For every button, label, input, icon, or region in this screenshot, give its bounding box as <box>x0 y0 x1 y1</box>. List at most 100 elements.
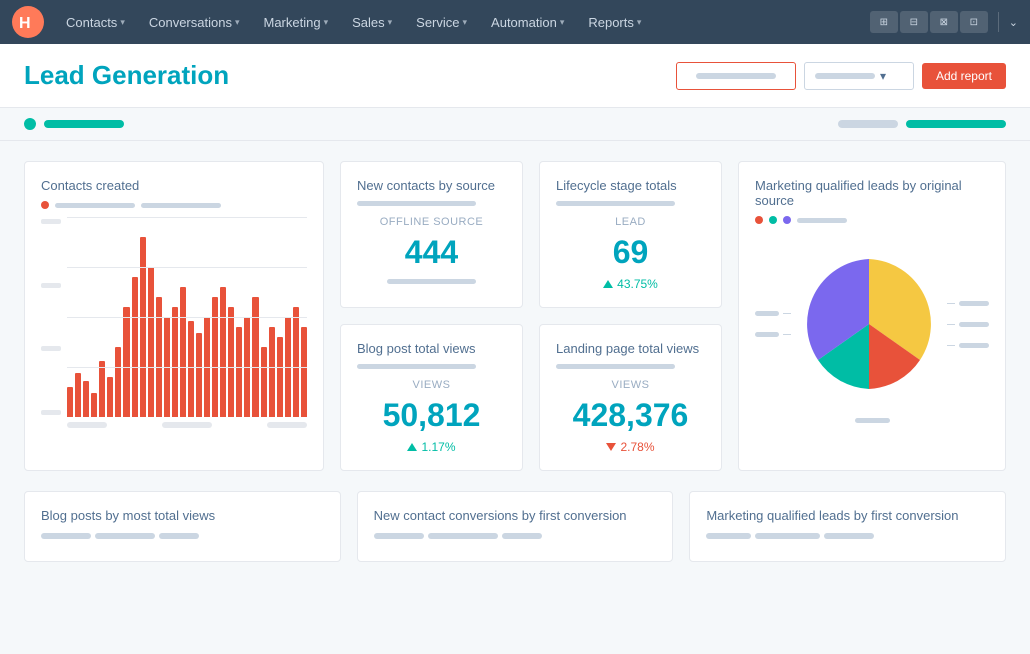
bar <box>172 307 178 417</box>
filter-bar <box>0 108 1030 141</box>
bottom-bar <box>824 533 874 539</box>
bottom-bar <box>706 533 751 539</box>
legend-dot-teal <box>769 216 777 224</box>
pie-label-bar <box>959 322 989 327</box>
nav-icon-btn-2[interactable]: ⊟ <box>900 11 928 33</box>
blog-views-value: 50,812 <box>357 397 506 434</box>
nav-conversations[interactable]: Conversations ▾ <box>139 9 250 36</box>
grid-line <box>67 317 307 318</box>
x-axis-labels <box>67 422 307 428</box>
bar <box>140 237 146 417</box>
landing-views-change: 2.78% <box>556 440 705 454</box>
pie-label-line <box>947 303 955 304</box>
bottom-bar-group <box>41 533 324 539</box>
nav-sales[interactable]: Sales ▾ <box>342 9 402 36</box>
bottom-bar-group <box>706 533 989 539</box>
triangle-up-icon <box>407 443 417 451</box>
offline-source-label: OFFLINE SOURCE <box>357 216 506 228</box>
hubspot-logo[interactable]: H <box>12 6 44 38</box>
pie-chart-svg <box>799 254 939 394</box>
chevron-down-icon: ▾ <box>463 17 468 28</box>
pie-bottom-legend <box>755 418 989 423</box>
chevron-down-icon: ▾ <box>388 17 393 28</box>
nav-contacts[interactable]: Contacts ▾ <box>56 9 135 36</box>
bar <box>99 361 105 417</box>
nav-service[interactable]: Service ▾ <box>406 9 477 36</box>
bottom-bar <box>374 533 424 539</box>
contacts-created-title: Contacts created <box>41 178 307 193</box>
nav-icon-btn-4[interactable]: ⊡ <box>960 11 988 33</box>
add-report-button[interactable]: Add report <box>922 63 1006 89</box>
pie-label-bar <box>755 311 779 316</box>
bottom-bar <box>159 533 199 539</box>
header-actions: ▾ Add report <box>676 62 1006 90</box>
page-title: Lead Generation <box>24 60 229 91</box>
sub-bar <box>556 364 675 369</box>
pie-bottom-bar <box>855 418 890 423</box>
nav-icon-btn-1[interactable]: ⊞ <box>870 11 898 33</box>
nav-automation[interactable]: Automation ▾ <box>481 9 574 36</box>
bar-chart-area <box>67 217 307 417</box>
pie-right-labels <box>947 301 989 348</box>
filter-active-dot <box>24 118 36 130</box>
landing-page-views-card: Landing page total views VIEWS 428,376 2… <box>539 324 722 471</box>
legend-dot-red <box>41 201 49 209</box>
grid-line <box>67 367 307 368</box>
new-contacts-by-source-card: New contacts by source OFFLINE SOURCE 44… <box>340 161 523 308</box>
bar <box>301 327 307 417</box>
bar <box>196 333 202 417</box>
bottom-bar <box>755 533 820 539</box>
mql-legend <box>755 216 989 224</box>
triangle-up-icon <box>603 280 613 288</box>
lead-label: LEAD <box>556 216 705 228</box>
main-nav: H Contacts ▾ Conversations ▾ Marketing ▾… <box>0 0 1030 44</box>
bar <box>148 267 154 417</box>
nav-icon-group: ⊞ ⊟ ⊠ ⊡ <box>870 11 988 33</box>
nav-marketing[interactable]: Marketing ▾ <box>253 9 338 36</box>
bar <box>212 297 218 417</box>
nav-icon-btn-3[interactable]: ⊠ <box>930 11 958 33</box>
filter-button[interactable]: ▾ <box>804 62 914 90</box>
grid-line <box>67 267 307 268</box>
chevron-down-icon: ▾ <box>120 17 125 28</box>
blog-post-title: Blog post total views <box>357 341 506 356</box>
sub-bar <box>357 364 476 369</box>
lifecycle-stage-card: Lifecycle stage totals LEAD 69 43.75% <box>539 161 722 308</box>
bottom-bar <box>95 533 155 539</box>
nav-reports[interactable]: Reports ▾ <box>578 9 651 36</box>
lifecycle-change: 43.75% <box>556 277 705 291</box>
bottom-card-3: Marketing qualified leads by first conve… <box>689 491 1006 562</box>
bar <box>228 307 234 417</box>
legend-bar-1 <box>55 203 135 208</box>
nav-divider <box>998 12 999 32</box>
date-range-button[interactable] <box>676 62 796 90</box>
page-header: Lead Generation ▾ Add report <box>0 44 1030 108</box>
bar <box>156 297 162 417</box>
pie-label-line <box>947 324 955 325</box>
bar <box>277 337 283 417</box>
bar <box>67 387 73 417</box>
legend-bar-2 <box>141 203 221 208</box>
svg-text:H: H <box>19 15 31 32</box>
y-label <box>41 219 61 224</box>
grid-line <box>67 217 307 218</box>
triangle-down-icon <box>606 443 616 451</box>
pie-chart-container <box>755 234 989 414</box>
sub-bar <box>556 201 675 206</box>
y-label <box>41 410 61 415</box>
filter-right <box>838 120 1006 128</box>
bottom-card-3-title: Marketing qualified leads by first conve… <box>706 508 989 523</box>
pie-label-bar <box>755 332 779 337</box>
bar <box>180 287 186 417</box>
x-label <box>162 422 212 428</box>
nav-settings-button[interactable]: ⌄ <box>1009 16 1018 29</box>
landing-views-value: 428,376 <box>556 397 705 434</box>
landing-page-title: Landing page total views <box>556 341 705 356</box>
bar <box>132 277 138 417</box>
chevron-down-icon: ▾ <box>235 17 240 28</box>
lead-value: 69 <box>556 234 705 271</box>
legend-dot-red <box>755 216 763 224</box>
chevron-down-icon: ▾ <box>324 17 329 28</box>
bottom-card-2-title: New contact conversions by first convers… <box>374 508 657 523</box>
bar <box>115 347 121 417</box>
